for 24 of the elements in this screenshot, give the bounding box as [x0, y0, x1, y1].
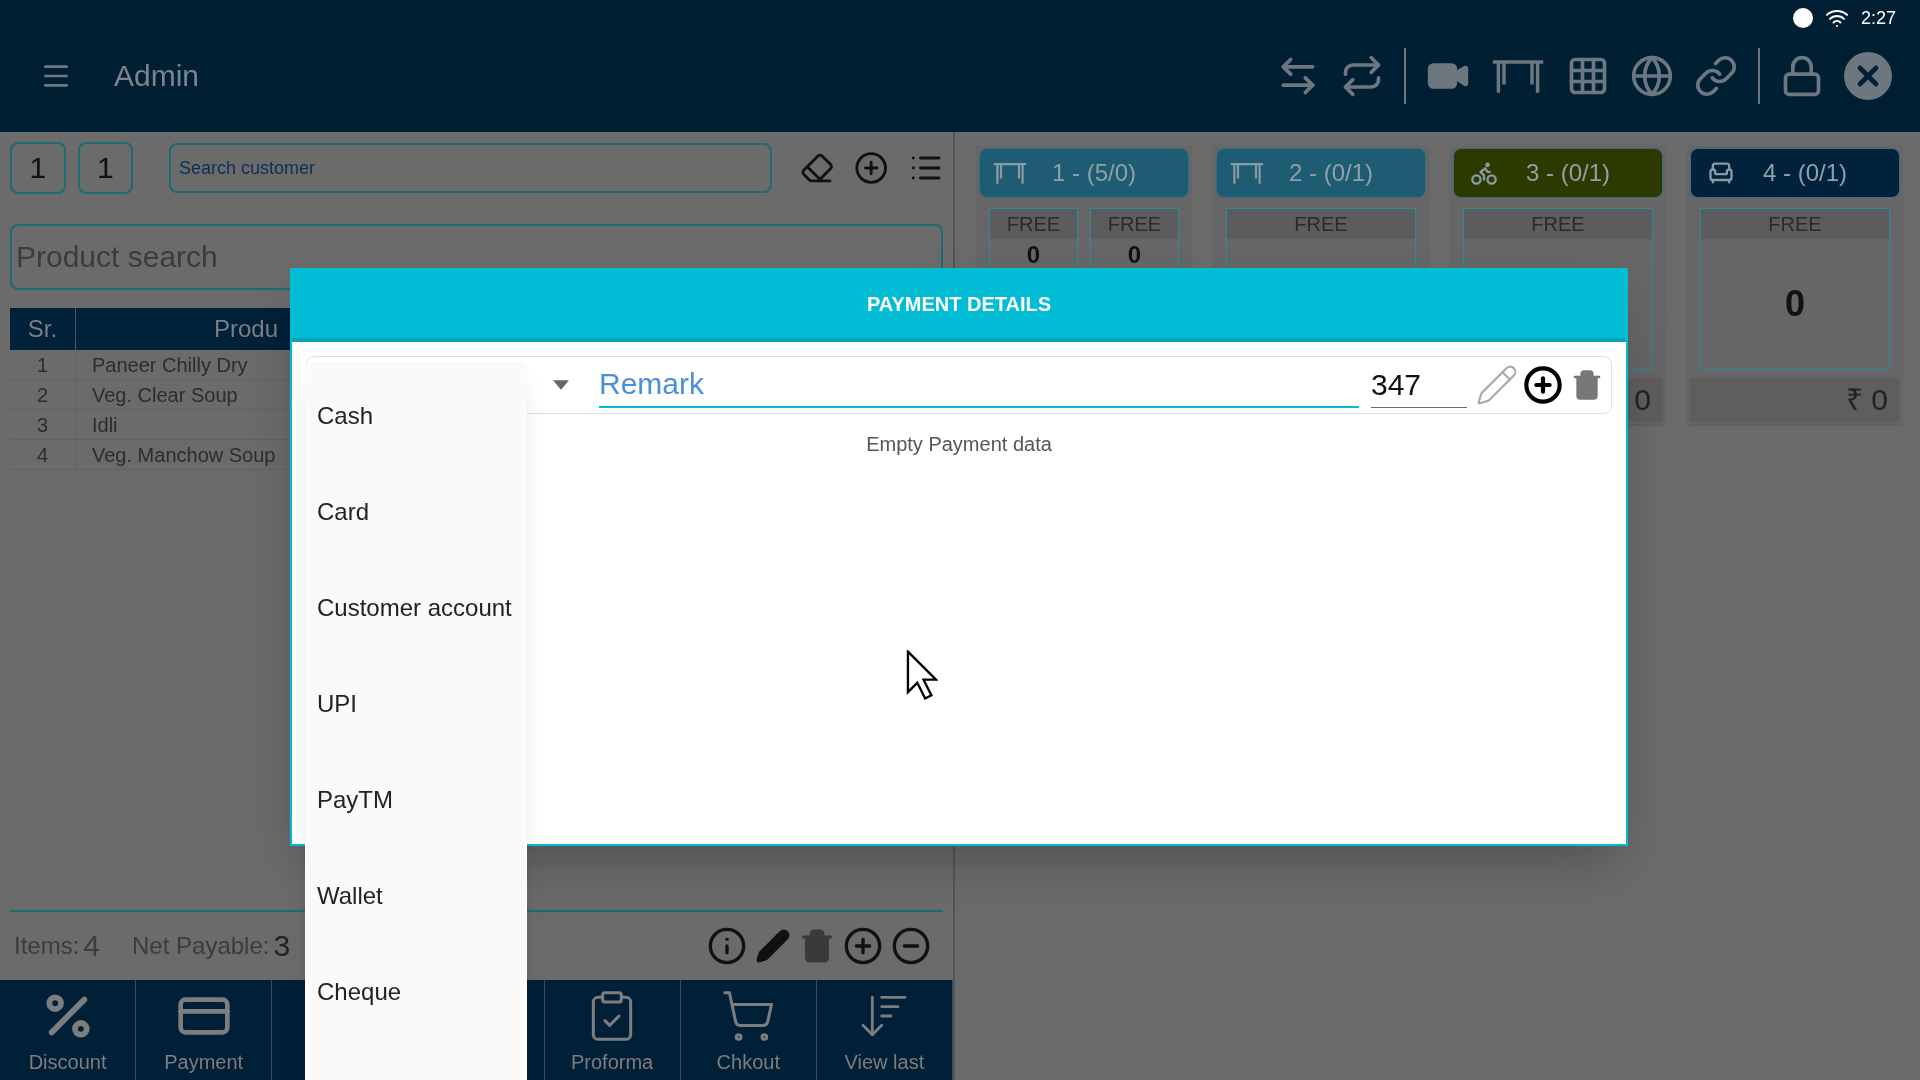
- net-payable-value: 3: [273, 928, 291, 964]
- column-header: Produ: [213, 314, 280, 344]
- table-label: 4 - (0/1): [1763, 158, 1848, 188]
- app-title: Admin: [114, 58, 200, 94]
- column-header: Sr.: [10, 308, 76, 350]
- empty-message: Empty Payment data: [866, 432, 1052, 457]
- table-cell-text: Veg. Manchow Soup: [92, 442, 276, 468]
- seat-count: 0: [1126, 240, 1143, 270]
- table-cell: 2: [10, 380, 76, 409]
- table-cell: 3: [10, 410, 76, 439]
- seat-count: 0: [1784, 282, 1806, 326]
- table-cell: 4: [10, 440, 76, 469]
- table-cell-text: Veg. Clear Soup: [92, 382, 238, 408]
- table-cell: 1: [10, 350, 76, 379]
- table-label: 2 - (0/1): [1289, 158, 1374, 188]
- clock-time: 2:27: [1860, 7, 1896, 30]
- table-total: ₹ 0: [1845, 382, 1888, 418]
- table-label: 3 - (0/1): [1526, 158, 1611, 188]
- table-label: 1 - (5/0): [1052, 158, 1137, 188]
- table-cell-text: Paneer Chilly Dry: [92, 352, 248, 378]
- seat-count: 0: [1025, 240, 1042, 270]
- table-cell-text: Idli: [92, 412, 118, 438]
- table-total: 0: [1634, 382, 1651, 418]
- dialog-title: PAYMENT DETAILS: [866, 292, 1052, 317]
